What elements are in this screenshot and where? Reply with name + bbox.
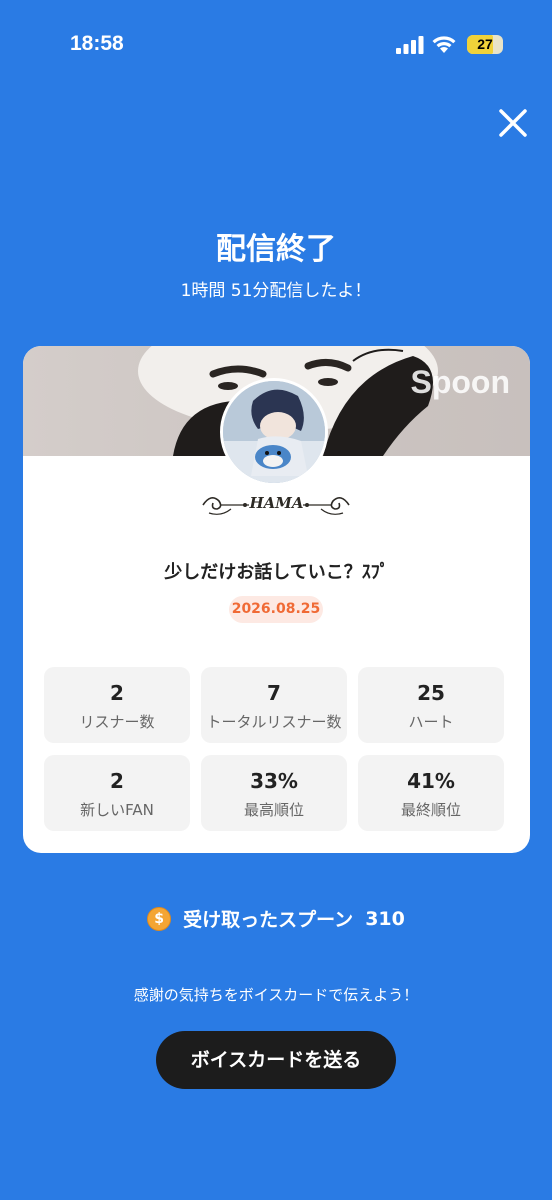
status-time: 18:58 [70, 32, 124, 55]
avatar-image [223, 381, 325, 483]
stat-listeners: 2 リスナー数 [44, 667, 190, 743]
stat-value: 2 [110, 681, 124, 705]
spoon-logo: Spoon [410, 364, 510, 400]
ornament-right-icon [303, 497, 350, 515]
stat-highest-rank: 33% 最高順位 [201, 755, 347, 831]
thanks-message: 感謝の気持ちをボイスカードで伝えよう！ [133, 986, 419, 1004]
cellular-signal-icon [396, 36, 424, 54]
page-title: 配信終了 [216, 232, 336, 267]
stat-hearts: 25 ハート [358, 667, 504, 743]
stat-new-fans: 2 新しいFAN [44, 755, 190, 831]
dj-nameplate: HAMA [23, 491, 530, 521]
wifi-icon [432, 36, 456, 53]
stat-total-listeners: 7 トータルリスナー数 [201, 667, 347, 743]
broadcast-summary-card: Spoon HAMA 少しだけお話していこ？ｽﾌﾟ 2026.08.25 2 リ… [23, 346, 530, 853]
avatar[interactable] [220, 378, 328, 486]
stat-value: 2 [110, 769, 124, 793]
stat-final-rank: 41% 最終順位 [358, 755, 504, 831]
date-badge: 2026.08.25 [229, 596, 323, 623]
stat-label: 最高順位 [243, 801, 304, 819]
stat-label: トータルリスナー数 [206, 713, 342, 731]
send-voice-card-button[interactable]: ボイスカードを送る [156, 1031, 396, 1089]
stat-label: 新しいFAN [80, 801, 154, 819]
stat-value: 33% [250, 769, 298, 793]
stat-value: 41% [407, 769, 455, 793]
stat-value: 25 [417, 681, 445, 705]
broadcast-duration: 1時間 51分配信したよ！ [180, 281, 372, 301]
spoons-received: $ 受け取ったスプーン 310 [0, 905, 552, 935]
spoons-received-count: 310 [365, 907, 405, 930]
stat-label: 最終順位 [400, 801, 461, 819]
spoons-received-label: 受け取ったスプーン [183, 909, 354, 931]
close-icon[interactable] [496, 106, 530, 140]
stat-label: ハート [408, 713, 454, 731]
dj-name: HAMA [249, 494, 304, 512]
stat-value: 7 [267, 681, 281, 705]
battery-indicator: 27 [467, 35, 503, 54]
battery-percentage: 27 [477, 36, 493, 52]
stat-label: リスナー数 [79, 713, 155, 731]
status-bar: 18:58 27 [0, 0, 552, 90]
broadcast-title: 少しだけお話していこ？ｽﾌﾟ [164, 562, 389, 583]
spoon-coin-icon: $ [147, 906, 172, 931]
